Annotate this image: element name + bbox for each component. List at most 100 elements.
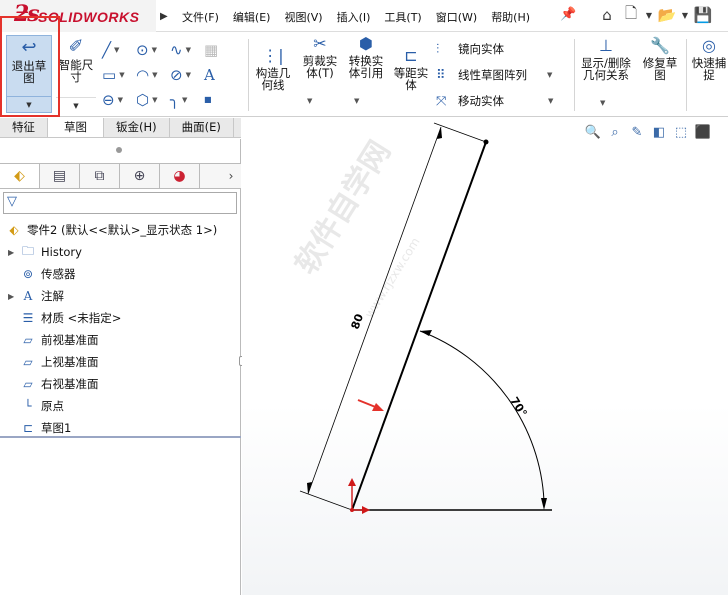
tree-item-sensors[interactable]: ⊚ 传感器 xyxy=(0,263,241,285)
rectangle-dropdown-icon[interactable]: ▼ xyxy=(119,71,124,79)
toolbar-separator xyxy=(686,39,687,111)
rectangle-tool[interactable]: ▭ ▼ xyxy=(102,62,136,87)
circle-dropdown-icon[interactable]: ▼ xyxy=(152,46,157,54)
title-bar: ƻs SOLIDWORKS ▶ 文件(F) 编辑(E) 视图(V) 插入(I) … xyxy=(0,0,728,32)
fillet-tool[interactable]: ╮ ▼ xyxy=(170,87,204,112)
tree-item-origin[interactable]: └ 原点 xyxy=(0,395,241,417)
feature-manager-tab-icon[interactable]: ⬖ xyxy=(0,164,40,188)
ellipse-tool[interactable]: ⊘ ▼ xyxy=(170,62,204,87)
tab-sketch[interactable]: 草图 xyxy=(48,118,104,137)
trim-entities-button[interactable]: ✂ 剪裁实体(T) xyxy=(298,35,342,80)
configuration-manager-tab-icon[interactable]: ⧉ xyxy=(80,164,120,188)
slot-tool[interactable]: ⊖ ▼ xyxy=(102,87,136,112)
relations-dropdown-icon[interactable]: ▼ xyxy=(600,99,605,107)
repair-sketch-button[interactable]: 🔧 修复草图 xyxy=(638,36,682,82)
dimxpert-tab-icon[interactable]: ⊕ xyxy=(120,164,160,188)
circle-tool[interactable]: ⊙ ▼ xyxy=(136,37,170,62)
trim-dropdown-icon[interactable]: ▼ xyxy=(307,97,312,105)
save-icon[interactable]: 💾 xyxy=(692,4,714,26)
annotation-icon: A xyxy=(23,289,33,303)
tree-item-history[interactable]: ▶ 🗀 History xyxy=(0,241,241,263)
linear-pattern-dropdown-icon[interactable]: ▼ xyxy=(547,71,552,79)
tree-item-label: 草图1 xyxy=(41,421,72,435)
convert-dropdown-icon[interactable]: ▼ xyxy=(354,97,359,105)
convert-entities-button[interactable]: ⬢ 转换实体引用 xyxy=(344,35,388,80)
spline-tool[interactable]: ∿ ▼ xyxy=(170,37,204,62)
repair-sketch-icon: 🔧 xyxy=(650,36,670,55)
tree-item-top-plane[interactable]: ▱ 上视基准面 xyxy=(0,351,241,373)
quick-snaps-icon: ◎ xyxy=(702,36,716,55)
slot-dropdown-icon[interactable]: ▼ xyxy=(118,96,123,104)
mirror-icon: ⫶ xyxy=(436,41,440,57)
dimension-arrow xyxy=(437,127,442,139)
ellipse-icon: ⊘ xyxy=(170,65,183,84)
menu-insert[interactable]: 插入(I) xyxy=(337,9,371,25)
tab-sheet-metal[interactable]: 钣金(H) xyxy=(104,118,170,137)
arc-tool[interactable]: ◠ ▼ xyxy=(136,62,170,87)
exit-sketch-highlight xyxy=(0,16,60,117)
origin-point[interactable] xyxy=(350,508,354,512)
spline-dropdown-icon[interactable]: ▼ xyxy=(186,46,191,54)
smart-dimension-button[interactable]: ✐ 智能尺寸 ▼ xyxy=(56,35,96,113)
angle-dimension-arc[interactable] xyxy=(419,330,545,502)
tree-item-label: 前视基准面 xyxy=(41,333,99,347)
construction-geometry-button[interactable]: ⋮| 构造几何线 xyxy=(252,47,294,92)
menu-view[interactable]: 视图(V) xyxy=(284,9,322,25)
tree-filter[interactable]: ▽ xyxy=(3,192,237,214)
move-dropdown-icon[interactable]: ▼ xyxy=(548,97,553,105)
home-icon[interactable]: ⌂ xyxy=(596,4,618,26)
quick-snaps-button[interactable]: ◎ 快速捕捉 xyxy=(690,36,728,82)
menu-tools[interactable]: 工具(T) xyxy=(384,9,421,25)
chevron-right-icon[interactable]: › xyxy=(221,164,241,188)
tab-features[interactable]: 特征 xyxy=(0,118,48,137)
display-manager-tab-icon[interactable]: ◕ xyxy=(160,164,200,188)
logo-menu-arrow-icon[interactable]: ▶ xyxy=(160,11,168,22)
open-dropdown-icon[interactable]: ▼ xyxy=(680,4,690,26)
fillet-dropdown-icon[interactable]: ▼ xyxy=(182,96,187,104)
tree-item-right-plane[interactable]: ▱ 右视基准面 xyxy=(0,373,241,395)
new-dropdown-icon[interactable]: ▼ xyxy=(644,4,654,26)
tree-root-part[interactable]: ⬖ 零件2 (默认<<默认>_显示状态 1>) xyxy=(0,219,241,241)
expand-arrow-icon[interactable]: ▶ xyxy=(8,292,18,301)
display-delete-relations-button[interactable]: ⊥ 显示/删除几何关系 xyxy=(578,37,634,82)
menu-edit[interactable]: 编辑(E) xyxy=(233,9,271,25)
polygon-dropdown-icon[interactable]: ▼ xyxy=(152,96,157,104)
move-entities-button[interactable]: ⤧ 移动实体 ▼ xyxy=(436,93,553,109)
smart-dimension-dropdown-icon[interactable]: ▼ xyxy=(56,97,96,113)
new-document-icon[interactable]: 🗋 xyxy=(620,4,642,26)
surface-tool[interactable]: ▦ xyxy=(204,37,238,62)
tree-rollback-bar[interactable] xyxy=(0,436,241,438)
open-icon[interactable]: 📂 xyxy=(656,4,678,26)
menu-window[interactable]: 窗口(W) xyxy=(436,9,477,25)
line-tool[interactable]: ╱ ▼ xyxy=(102,37,136,62)
tab-surfaces[interactable]: 曲面(E) xyxy=(170,118,234,137)
point-tool[interactable]: ■ xyxy=(204,87,238,112)
panel-collapse-handle[interactable] xyxy=(116,147,122,153)
arc-dropdown-icon[interactable]: ▼ xyxy=(152,71,157,79)
tree-item-material[interactable]: ☰ 材质 <未指定> xyxy=(0,307,241,329)
offset-entities-button[interactable]: ⊏ 等距实体 xyxy=(390,47,432,92)
spline-icon: ∿ xyxy=(170,40,183,59)
menu-help[interactable]: 帮助(H) xyxy=(491,9,530,25)
sketch-inclined-line[interactable] xyxy=(351,141,487,511)
linear-pattern-button[interactable]: ⠿ 线性草图阵列 ▼ xyxy=(436,67,552,83)
angle-dimension-value[interactable]: 70° xyxy=(507,395,529,420)
expand-arrow-icon[interactable]: ▶ xyxy=(8,248,18,257)
polygon-tool[interactable]: ⬡ ▼ xyxy=(136,87,170,112)
tree-item-front-plane[interactable]: ▱ 前视基准面 xyxy=(0,329,241,351)
pin-menu-icon[interactable]: 📌 xyxy=(560,7,576,22)
mirror-entities-button[interactable]: ⫶ 镜向实体 xyxy=(436,41,504,57)
tree-item-annotations[interactable]: ▶ A 注解 xyxy=(0,285,241,307)
length-dimension-line[interactable] xyxy=(307,126,442,495)
property-manager-tab-icon[interactable]: ▤ xyxy=(40,164,80,188)
polygon-icon: ⬡ xyxy=(136,90,150,109)
command-manager: ↩ 退出草图 ▼ ✐ 智能尺寸 ▼ ╱ ▼ ⊙ ▼ ∿ ▼ ▦ ▭ ▼ ◠ ▼ ⊘ ▼ A … xyxy=(0,33,728,117)
tree-item-label: 注解 xyxy=(41,289,64,303)
menu-file[interactable]: 文件(F) xyxy=(182,9,219,25)
graphics-area[interactable]: 🔍 ⌕ ✎ ◧ ⬚ ⬛ 软件自学网 www.rjzxw.com 80 70° xyxy=(242,118,728,595)
linear-pattern-label: 线性草图阵列 xyxy=(458,68,527,82)
length-dimension-value[interactable]: 80 xyxy=(349,312,367,331)
text-tool[interactable]: A xyxy=(204,62,238,87)
line-dropdown-icon[interactable]: ▼ xyxy=(114,46,119,54)
ellipse-dropdown-icon[interactable]: ▼ xyxy=(186,71,191,79)
